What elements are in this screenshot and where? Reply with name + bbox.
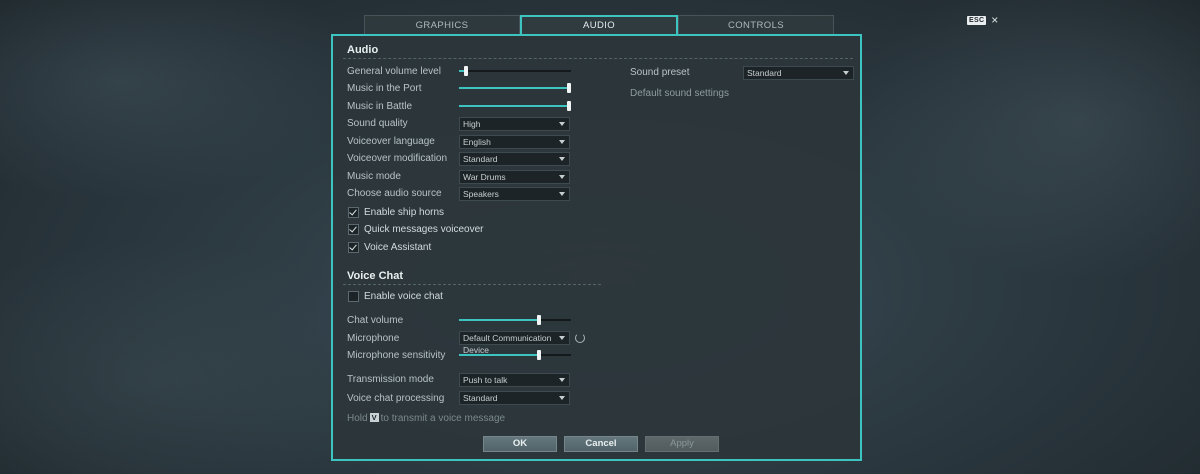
quick-messages-checkbox[interactable] [348, 224, 359, 235]
preset-note: Default sound settings [630, 88, 729, 99]
voice-processing-dropdown[interactable]: Standard [459, 391, 570, 405]
v-key-badge: V [369, 413, 379, 422]
enable-voice-chat-checkbox[interactable] [348, 291, 359, 302]
dropdown-value: Standard [463, 393, 498, 403]
tab-graphics[interactable]: GRAPHICS [364, 15, 520, 35]
sound-quality-dropdown[interactable]: High [459, 117, 570, 131]
audio-source-dropdown[interactable]: Speakers [459, 187, 570, 201]
transmission-mode-label: Transmission mode [347, 374, 434, 385]
audio-settings-panel: Audio General volume level Music in the … [331, 34, 862, 461]
chevron-down-icon [559, 336, 565, 340]
hint-text: Hold [347, 413, 368, 424]
ok-button[interactable]: OK [483, 436, 557, 452]
slider-thumb[interactable] [537, 315, 541, 325]
tab-audio[interactable]: AUDIO [520, 15, 678, 35]
slider-thumb[interactable] [464, 66, 468, 76]
voice-assistant-label: Voice Assistant [364, 242, 432, 253]
sound-preset-label: Sound preset [630, 67, 690, 78]
slider-thumb[interactable] [567, 83, 571, 93]
music-mode-label: Music mode [347, 171, 401, 182]
audio-source-label: Choose audio source [347, 188, 442, 199]
voiceover-mod-label: Voiceover modification [347, 153, 448, 164]
voice-processing-label: Voice chat processing [347, 393, 445, 404]
sound-preset-dropdown[interactable]: Standard [743, 66, 854, 80]
voice-chat-section-title: Voice Chat [347, 270, 404, 282]
music-battle-slider[interactable] [459, 101, 571, 111]
cancel-button[interactable]: Cancel [564, 436, 638, 452]
apply-button[interactable]: Apply [645, 436, 719, 452]
general-volume-label: General volume level [347, 66, 441, 77]
close-icon[interactable]: × [991, 14, 998, 26]
dropdown-value: High [463, 119, 481, 129]
close-control[interactable]: ESC × [967, 14, 998, 26]
settings-tabs: GRAPHICS AUDIO CONTROLS [364, 15, 834, 35]
dropdown-value: Standard [463, 154, 498, 164]
audio-separator [343, 58, 853, 59]
chevron-down-icon [559, 192, 565, 196]
voiceover-language-label: Voiceover language [347, 136, 435, 147]
voiceover-language-dropdown[interactable]: English [459, 135, 570, 149]
chevron-down-icon [559, 140, 565, 144]
music-port-slider[interactable] [459, 83, 571, 93]
ship-horns-checkbox[interactable] [348, 207, 359, 218]
tab-controls[interactable]: CONTROLS [678, 15, 834, 35]
chat-volume-label: Chat volume [347, 315, 404, 326]
hint-text: to transmit a voice message [380, 413, 506, 424]
transmission-mode-dropdown[interactable]: Push to talk [459, 373, 570, 387]
dropdown-value: Speakers [463, 189, 499, 199]
check-icon [349, 242, 357, 251]
esc-key-badge: ESC [967, 15, 987, 25]
dropdown-value: Standard [747, 68, 782, 78]
dropdown-value: War Drums [463, 172, 506, 182]
chevron-down-icon [559, 175, 565, 179]
chevron-down-icon [559, 378, 565, 382]
voice-chat-separator [343, 284, 601, 285]
sound-quality-label: Sound quality [347, 118, 408, 129]
chevron-down-icon [559, 157, 565, 161]
dropdown-value: English [463, 137, 491, 147]
audio-section-title: Audio [347, 44, 379, 56]
voiceover-mod-dropdown[interactable]: Standard [459, 152, 570, 166]
slider-thumb[interactable] [537, 350, 541, 360]
music-battle-label: Music in Battle [347, 101, 413, 112]
check-icon [349, 224, 357, 233]
ship-horns-label: Enable ship horns [364, 207, 445, 218]
voice-assistant-checkbox[interactable] [348, 242, 359, 253]
push-to-talk-hint: Hold Vto transmit a voice message [347, 413, 505, 424]
music-port-label: Music in the Port [347, 83, 422, 94]
microphone-dropdown[interactable]: Default Communication Device [459, 331, 570, 355]
chevron-down-icon [559, 396, 565, 400]
chevron-down-icon [559, 122, 565, 126]
chevron-down-icon [843, 71, 849, 75]
dropdown-value: Push to talk [463, 375, 508, 385]
refresh-icon[interactable] [575, 333, 585, 343]
chat-volume-slider[interactable] [459, 315, 571, 325]
music-mode-dropdown[interactable]: War Drums [459, 170, 570, 184]
microphone-label: Microphone [347, 333, 400, 344]
check-icon [349, 207, 357, 216]
slider-thumb[interactable] [567, 101, 571, 111]
mic-sensitivity-label: Microphone sensitivity [347, 350, 446, 361]
mic-sensitivity-slider[interactable] [459, 350, 571, 360]
quick-messages-label: Quick messages voiceover [364, 224, 484, 235]
enable-voice-chat-label: Enable voice chat [364, 291, 443, 302]
general-volume-slider[interactable] [459, 66, 571, 76]
